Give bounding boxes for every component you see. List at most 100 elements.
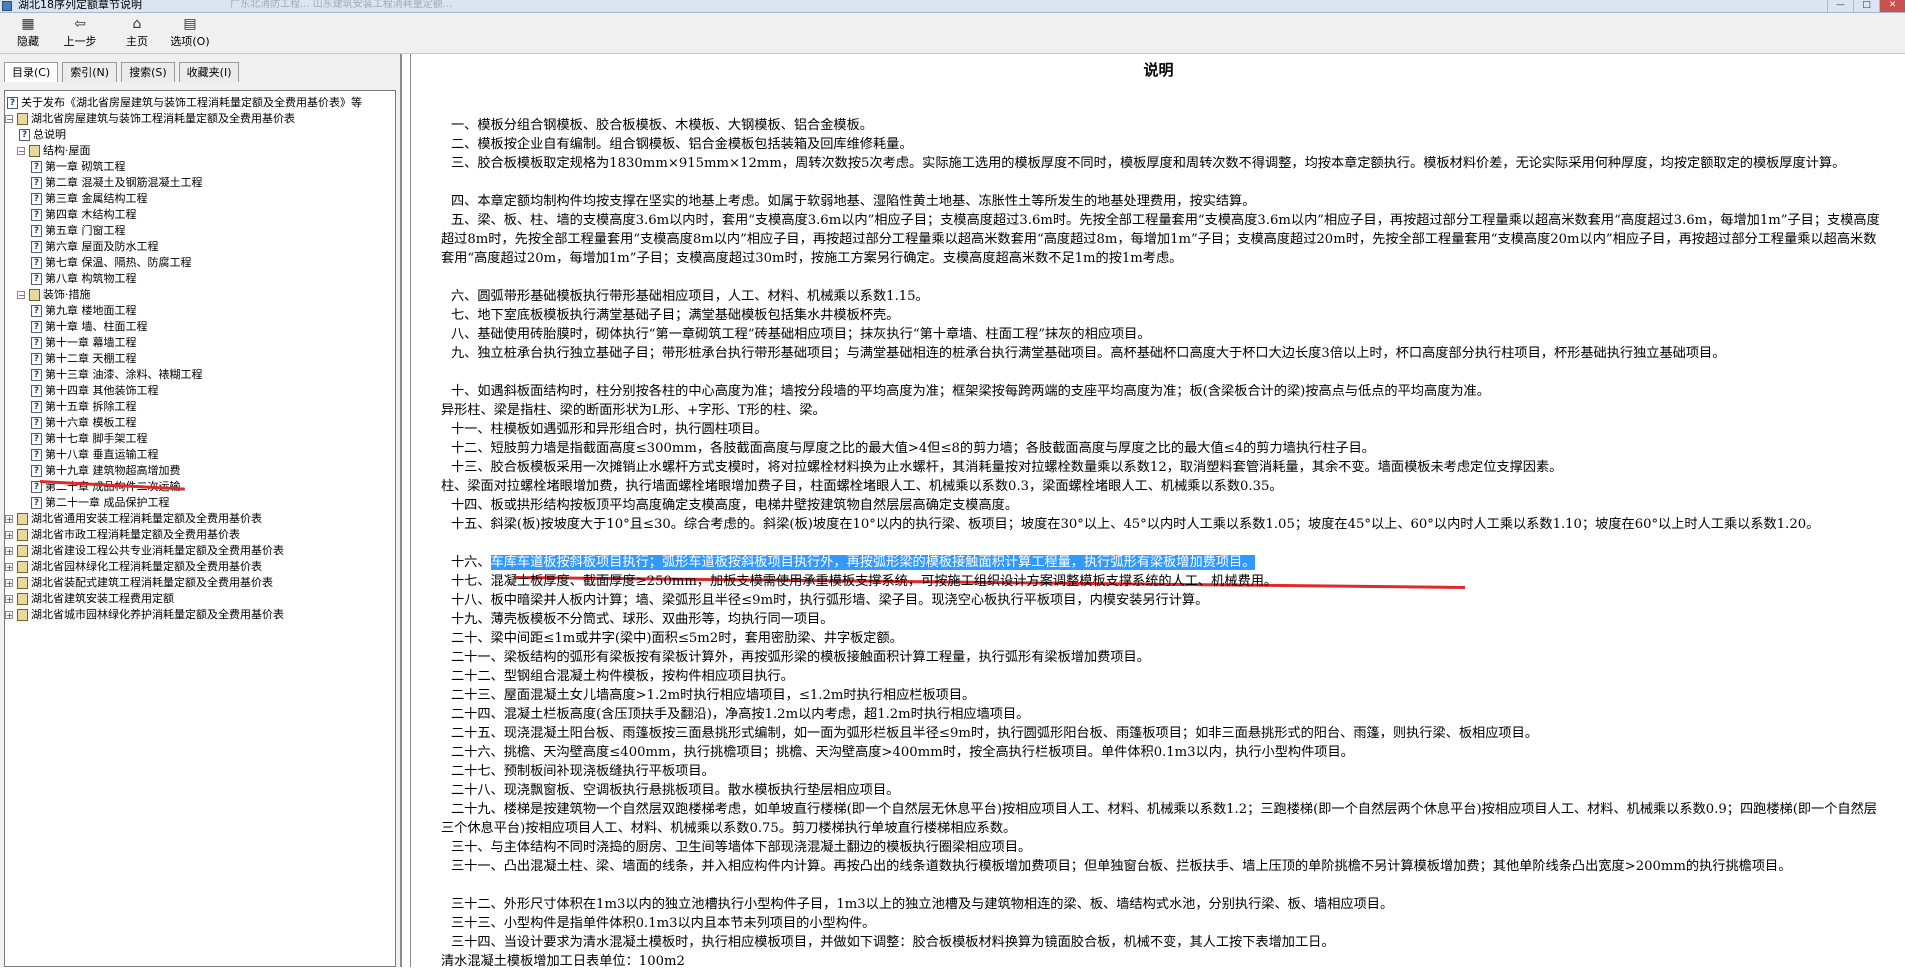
minimize-button[interactable]: — bbox=[1827, 0, 1853, 12]
content-paragraph: 四、本章定额均制构件均按支撑在坚实的地基上考虑。如属于软弱地基、湿陷性黄土地基、… bbox=[441, 192, 1889, 211]
paragraph-text: 三十四、当设计要求为清水混凝土模板时，执行相应模板项目，并做如下调整：胶合板模板… bbox=[451, 935, 1335, 950]
paragraph-text: 二十六、挑檐、天沟壁高度≤400mm，执行挑檐项目；挑檐、天沟壁高度>400mm… bbox=[451, 745, 1354, 760]
content-paragraph: 十七、混凝土板厚度、截面厚度≥250mm，加板支模需使用承重模板支撑系统，可按施… bbox=[441, 572, 1889, 591]
tree-item-label: 第十七章 脚手架工程 bbox=[45, 432, 148, 445]
expand-icon[interactable]: + bbox=[5, 547, 13, 556]
help-page-icon: ? bbox=[31, 465, 42, 477]
maximize-button[interactable]: □ bbox=[1853, 0, 1879, 12]
tab-index[interactable]: 索引(N) bbox=[62, 62, 118, 82]
tree-item-label: 湖北省建设工程公共专业消耗量定额及全费用基价表 bbox=[31, 544, 284, 557]
content-paragraph: 十四、板或拱形结构按板顶平均高度确定支模高度，电梯井壁按建筑物自然层层高确定支模… bbox=[441, 496, 1889, 515]
contents-tree[interactable]: ? 关于发布《湖北省房屋建筑与装饰工程消耗量定额及全费用基价表》等 − 湖北省房屋建筑… bbox=[4, 90, 396, 967]
help-page-icon: ? bbox=[31, 305, 42, 317]
paragraph-text: 五、梁、板、柱、墙的支模高度3.6m以内时，套用“支模高度3.6m以内”相应子目… bbox=[441, 213, 1880, 266]
tree-item-label: 装饰·措施 bbox=[43, 288, 91, 301]
paragraph-text: 三十一、凸出混凝土柱、梁、墙面的线条，并入相应构件内计算。再按凸出的线条道数执行… bbox=[451, 859, 1792, 874]
options-icon: ▤ bbox=[183, 16, 197, 32]
paragraph-text: 二十三、屋面混凝土女儿墙高度>1.2m时执行相应墙项目，≤1.2m时执行相应栏板… bbox=[451, 688, 976, 703]
paragraph-text: 二十五、现浇混凝土阳台板、雨篷板按三面悬挑形式编制，如一面为弧形栏板且半径≤9m… bbox=[451, 726, 1538, 741]
content-paragraph: 一、模板分组合钢模板、胶合板模板、木模板、大钢模板、铝合金模板。 bbox=[441, 116, 1889, 135]
collapse-icon[interactable]: − bbox=[5, 115, 13, 124]
options-label: 选项(O) bbox=[170, 35, 210, 48]
help-page-icon: ? bbox=[31, 321, 42, 333]
content-paragraph: 二十七、预制板间补现浇板缝执行平板项目。 bbox=[441, 762, 1889, 781]
paragraph-text: 二十、梁中间距≤1m或井字(梁中)面积≤5m2时，套用密肋梁、井字板定额。 bbox=[451, 631, 903, 646]
tree-item-label: 第一章 砌筑工程 bbox=[45, 160, 126, 173]
tree-item-label: 第二十一章 成品保护工程 bbox=[45, 496, 170, 509]
navigation-pane: 目录(C) 索引(N) 搜索(S) 收藏夹(I) ? 关于发布《湖北省房屋建筑与装… bbox=[0, 54, 402, 967]
tree-item-label: 第十八章 垂直运输工程 bbox=[45, 448, 159, 461]
book-icon bbox=[17, 513, 28, 525]
content-paragraph: 十、如遇斜板面结构时，柱分别按各柱的中心高度为准；墙按分段墙的平均高度为准；框架… bbox=[441, 382, 1889, 401]
help-page-icon: ? bbox=[31, 257, 42, 269]
help-page-icon: ? bbox=[31, 385, 42, 397]
paragraph-text: 六、圆弧带形基础模板执行带形基础相应项目，人工、材料、机械乘以系数1.15。 bbox=[451, 289, 929, 304]
content-paragraph: 二十九、楼梯是按建筑物一个自然层双跑楼梯考虑，如单坡直行楼梯(即一个自然层无休息… bbox=[441, 800, 1889, 838]
expand-icon[interactable]: + bbox=[5, 595, 13, 604]
tree-item-label: 第十二章 天棚工程 bbox=[45, 352, 137, 365]
tree-item-label: 第三章 金属结构工程 bbox=[45, 192, 148, 205]
tree-item-label: 湖北省城市园林绿化养护消耗量定额及全费用基价表 bbox=[31, 608, 284, 621]
help-page-icon: ? bbox=[31, 241, 42, 253]
back-button[interactable]: ⇦ 上一步 bbox=[56, 15, 104, 51]
help-page-icon: ? bbox=[31, 225, 42, 237]
paragraph-text: 十一、柱模板如遇弧形和异形组合时，执行圆柱项目。 bbox=[451, 422, 768, 437]
nav-tabs: 目录(C) 索引(N) 搜索(S) 收藏夹(I) bbox=[4, 62, 243, 82]
tree-item-label: 湖北省建筑安装工程费用定额 bbox=[31, 592, 174, 605]
book-icon bbox=[17, 577, 28, 589]
content-paragraph: 三十四、当设计要求为清水混凝土模板时，执行相应模板项目，并做如下调整：胶合板模板… bbox=[441, 933, 1889, 952]
tree-item-label: 第十一章 幕墙工程 bbox=[45, 336, 137, 349]
paragraph-text: 三十三、小型构件是指单件体积0.1m3以内且本节未列项目的小型构件。 bbox=[451, 916, 876, 931]
paragraph-text: 十七、混凝土板厚度、截面厚度≥250mm，加板支模需使用承重模板支撑系统，可按施… bbox=[451, 574, 1278, 589]
paragraph-text: 三、胶合板模板取定规格为1830mm×915mm×12mm，周转次数按5次考虑。… bbox=[451, 156, 1846, 171]
help-page-icon: ? bbox=[19, 129, 30, 141]
expand-icon[interactable]: + bbox=[5, 611, 13, 620]
help-page-icon: ? bbox=[31, 161, 42, 173]
hide-button[interactable]: ▦ 隐藏 bbox=[4, 15, 52, 51]
paragraph-text: 三十二、外形尺寸体积在1m3以内的独立池槽执行小型构件子目，1m3以上的独立池槽… bbox=[451, 897, 1394, 912]
tab-contents[interactable]: 目录(C) bbox=[4, 62, 59, 82]
close-button[interactable]: ✕ bbox=[1879, 0, 1905, 12]
content-paragraph: 三十一、凸出混凝土柱、梁、墙面的线条，并入相应构件内计算。再按凸出的线条道数执行… bbox=[441, 857, 1889, 895]
content-paragraph: 十六、车库车道板按斜板项目执行；弧形车道板按斜板项目执行外，再按弧形梁的模板接触… bbox=[441, 553, 1889, 572]
tab-favorites[interactable]: 收藏夹(I) bbox=[178, 62, 240, 82]
expand-icon[interactable]: + bbox=[5, 515, 13, 524]
expand-icon[interactable]: + bbox=[5, 531, 13, 540]
expand-icon[interactable]: + bbox=[5, 563, 13, 572]
selected-text-highlight[interactable]: 车库车道板按斜板项目执行；弧形车道板按斜板项目执行外，再按弧形梁的模板接触面积计… bbox=[490, 555, 1256, 570]
title-bar: 湖北18序列定额章节说明 广东北消防工程... 山东建筑安装工程消耗量定额...… bbox=[0, 0, 1905, 13]
expand-icon[interactable]: + bbox=[5, 579, 13, 588]
content-paragraph: 柱、梁面对拉螺栓堵眼增加费，执行墙面螺栓堵眼增加费子目，柱面螺栓堵眼人工、机械乘… bbox=[441, 477, 1889, 496]
content-paragraph: 二十、梁中间距≤1m或井字(梁中)面积≤5m2时，套用密肋梁、井字板定额。 bbox=[441, 629, 1889, 648]
toolbar: ▦ 隐藏 ⇦ 上一步 ⌂ 主页 ▤ 选项(O) bbox=[0, 13, 1905, 54]
tree-item-label: 结构·屋面 bbox=[43, 144, 91, 157]
book-icon bbox=[29, 145, 40, 157]
paragraph-text: 二十一、梁板结构的弧形有梁板按有梁板计算外，再按弧形梁的模板接触面积计算工程量，… bbox=[451, 650, 1150, 665]
tree-item-label: 第五章 门窗工程 bbox=[45, 224, 126, 237]
paragraph-text: 九、独立桩承台执行独立基础子目；带形桩承台执行带形基础项目；与满堂基础相连的桩承… bbox=[451, 346, 1726, 361]
tree-item-label: 湖北省市政工程消耗量定额及全费用基价表 bbox=[31, 528, 240, 541]
home-button[interactable]: ⌂ 主页 bbox=[113, 15, 161, 51]
content-paragraph: 十三、胶合板模板采用一次摊销止水螺杆方式支模时，将对拉螺栓材料换为止水螺杆，其消… bbox=[441, 458, 1889, 477]
book-icon bbox=[17, 113, 28, 125]
content-paragraph: 六、圆弧带形基础模板执行带形基础相应项目，人工、材料、机械乘以系数1.15。 bbox=[441, 287, 1889, 306]
content-paragraph: 三十、与主体结构不同时浇捣的厨房、卫生间等墙体下部现浇混凝土翻边的模板执行圈梁相… bbox=[441, 838, 1889, 857]
paragraph-text: 八、基础使用砖胎膜时，砌体执行“第一章砌筑工程”砖基础相应项目；抹灰执行“第十章… bbox=[451, 327, 1151, 342]
paragraph-text: 二十九、楼梯是按建筑物一个自然层双跑楼梯考虑，如单坡直行楼梯(即一个自然层无休息… bbox=[441, 802, 1877, 836]
paragraph-text: 三十、与主体结构不同时浇捣的厨房、卫生间等墙体下部现浇混凝土翻边的模板执行圈梁相… bbox=[451, 840, 1032, 855]
options-button[interactable]: ▤ 选项(O) bbox=[166, 15, 214, 51]
collapse-icon[interactable]: − bbox=[17, 291, 25, 300]
paragraph-text: 异形柱、梁是指柱、梁的断面形状为L形、+字形、T形的柱、梁。 bbox=[441, 403, 826, 418]
content-paragraph: 十五、斜梁(板)按坡度大于10°且≤30。综合考虑的。斜梁(板)坡度在10°以内… bbox=[441, 515, 1889, 553]
help-page-icon: ? bbox=[31, 417, 42, 429]
paragraph-text: 柱、梁面对拉螺栓堵眼增加费，执行墙面螺栓堵眼增加费子目，柱面螺栓堵眼人工、机械乘… bbox=[441, 479, 1283, 494]
collapse-icon[interactable]: − bbox=[17, 147, 25, 156]
paragraph-text: 二十二、型钢组合混凝土构件模板，按构件相应项目执行。 bbox=[451, 669, 794, 684]
help-page-icon: ? bbox=[31, 337, 42, 349]
content-paragraph: 二十五、现浇混凝土阳台板、雨篷板按三面悬挑形式编制，如一面为弧形栏板且半径≤9m… bbox=[441, 724, 1889, 743]
content-paragraph: 二、模板按企业自有编制。组合钢模板、铝合金模板包括装箱及回库维修耗量。 bbox=[441, 135, 1889, 154]
tree-item-label: 第十九章 建筑物超高增加费 bbox=[45, 464, 181, 477]
home-icon: ⌂ bbox=[132, 16, 142, 32]
paragraph-text: 四、本章定额均制构件均按支撑在坚实的地基上考虑。如属于软弱地基、湿陷性黄土地基、… bbox=[451, 194, 1256, 209]
tab-search[interactable]: 搜索(S) bbox=[121, 62, 175, 82]
